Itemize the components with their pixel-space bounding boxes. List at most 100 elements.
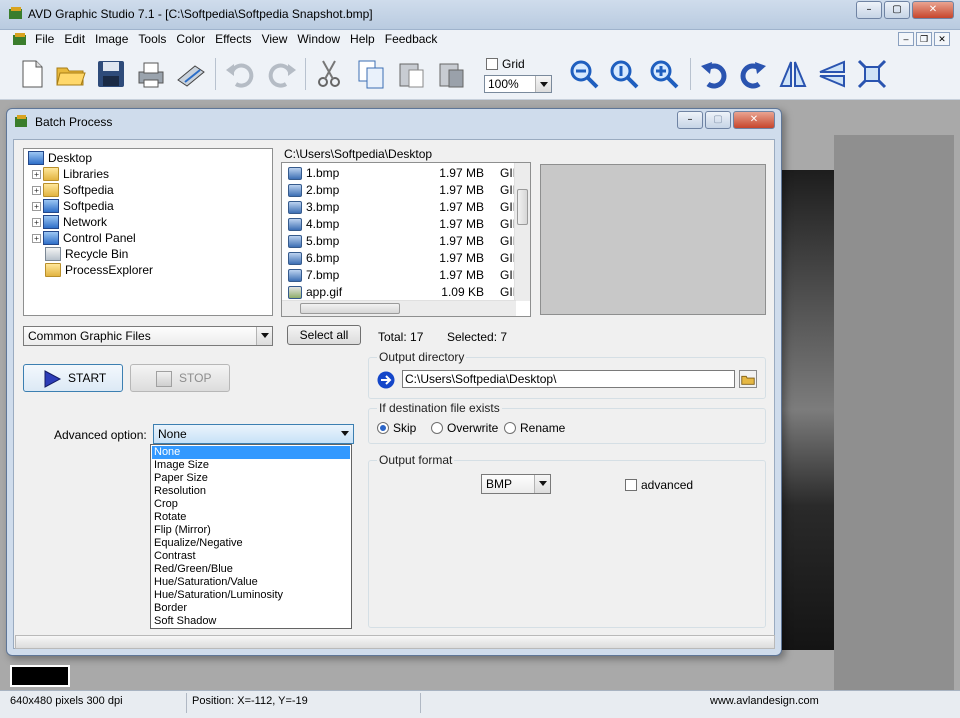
flip-horizontal-icon[interactable] <box>777 58 809 90</box>
option-red-green-blue[interactable]: Red/Green/Blue <box>152 563 350 576</box>
option-crop[interactable]: Crop <box>152 498 350 511</box>
option-paper-size[interactable]: Paper Size <box>152 472 350 485</box>
tree-node-desktop[interactable]: Desktop <box>28 151 92 167</box>
expand-icon[interactable]: + <box>32 202 41 211</box>
expand-icon[interactable]: + <box>32 218 41 227</box>
dialog-minimize-button[interactable]: – <box>677 111 703 129</box>
expand-icon[interactable]: + <box>32 186 41 195</box>
rotate-left-icon[interactable] <box>698 58 730 90</box>
browse-folder-icon[interactable] <box>739 370 757 388</box>
grid-checkbox[interactable] <box>486 58 498 70</box>
menu-effects[interactable]: Effects <box>210 32 256 46</box>
tree-node-network[interactable]: + Network <box>32 215 107 231</box>
menu-image[interactable]: Image <box>90 32 133 46</box>
option-hue-saturation-value[interactable]: Hue/Saturation/Value <box>152 576 350 589</box>
open-icon[interactable] <box>55 58 87 90</box>
close-button[interactable]: ✕ <box>912 1 954 19</box>
file-row[interactable]: 5.bmp 1.97 MB GII <box>286 233 516 250</box>
paste-special-icon[interactable] <box>435 58 467 90</box>
tree-node-softpedia-user[interactable]: + Softpedia <box>32 183 114 199</box>
option-resolution[interactable]: Resolution <box>152 485 350 498</box>
undo-icon[interactable] <box>224 58 256 90</box>
option-image-size[interactable]: Image Size <box>152 459 350 472</box>
file-list[interactable]: 1.bmp 1.97 MB GII 2.bmp 1.97 MB GII 3.bmp 1.9… <box>281 162 531 317</box>
expand-icon[interactable]: + <box>32 234 41 243</box>
file-row[interactable]: 7.bmp 1.97 MB GII <box>286 267 516 284</box>
scroll-thumb[interactable] <box>300 303 400 314</box>
file-row[interactable]: 2.bmp 1.97 MB GII <box>286 182 516 199</box>
scroll-thumb[interactable] <box>517 189 528 225</box>
scan-icon[interactable] <box>175 58 207 90</box>
file-row[interactable]: app.gif 1.09 KB GII <box>286 284 516 301</box>
menu-feedback[interactable]: Feedback <box>380 32 443 46</box>
save-icon[interactable] <box>95 58 127 90</box>
dialog-maximize-button[interactable]: ▢ <box>705 111 731 129</box>
menu-color[interactable]: Color <box>171 32 210 46</box>
tree-node-softpedia-computer[interactable]: + Softpedia <box>32 199 114 215</box>
stop-button[interactable]: STOP <box>130 364 230 392</box>
dialog-close-button[interactable]: ✕ <box>733 111 775 129</box>
advanced-toggle[interactable]: advanced <box>625 478 693 492</box>
print-icon[interactable] <box>135 58 167 90</box>
tree-node-libraries[interactable]: + Libraries <box>32 167 109 183</box>
fit-screen-icon[interactable] <box>856 58 888 90</box>
grid-toggle[interactable]: Grid <box>486 57 525 71</box>
chevron-down-icon[interactable] <box>337 425 353 443</box>
radio-rename[interactable]: Rename <box>504 421 565 435</box>
flip-vertical-icon[interactable] <box>816 58 848 90</box>
start-button[interactable]: START <box>23 364 123 392</box>
menu-window[interactable]: Window <box>292 32 345 46</box>
file-list-horizontal-scrollbar[interactable] <box>282 300 516 316</box>
folder-tree[interactable]: Desktop + Libraries + Softpedia + Softpedia… <box>23 148 273 316</box>
menu-file[interactable]: File <box>30 32 59 46</box>
mdi-restore-button[interactable]: ❐ <box>916 32 932 46</box>
menu-view[interactable]: View <box>257 32 293 46</box>
zoom-in-icon[interactable] <box>648 58 680 90</box>
minimize-button[interactable]: – <box>856 1 882 19</box>
radio-icon[interactable] <box>504 422 516 434</box>
advanced-option-select[interactable]: None <box>153 424 354 444</box>
cut-icon[interactable] <box>313 58 345 90</box>
select-all-button[interactable]: Select all <box>287 325 361 345</box>
output-directory-input[interactable]: C:\Users\Softpedia\Desktop\ <box>402 370 735 388</box>
option-border[interactable]: Border <box>152 602 350 615</box>
menu-edit[interactable]: Edit <box>59 32 90 46</box>
tree-node-processexplorer[interactable]: ProcessExplorer <box>45 263 153 279</box>
radio-icon[interactable] <box>377 422 389 434</box>
chevron-down-icon[interactable] <box>534 475 550 493</box>
radio-icon[interactable] <box>431 422 443 434</box>
paste-icon[interactable] <box>395 58 427 90</box>
tree-node-recycle-bin[interactable]: Recycle Bin <box>45 247 128 263</box>
option-equalize-negative[interactable]: Equalize/Negative <box>152 537 350 550</box>
option-soft-shadow[interactable]: Soft Shadow <box>152 615 350 628</box>
copy-icon[interactable] <box>355 58 387 90</box>
zoom-out-icon[interactable] <box>568 58 600 90</box>
color-swatch[interactable] <box>10 665 70 687</box>
new-icon[interactable] <box>16 58 48 90</box>
rotate-right-icon[interactable] <box>737 58 769 90</box>
chevron-down-icon[interactable] <box>535 76 551 92</box>
output-format-select[interactable]: BMP <box>481 474 551 494</box>
dialog-horizontal-scrollbar[interactable] <box>15 635 775 649</box>
expand-icon[interactable]: + <box>32 170 41 179</box>
file-row[interactable]: 1.bmp 1.97 MB GII <box>286 165 516 182</box>
mdi-close-button[interactable]: ✕ <box>934 32 950 46</box>
zoom-actual-icon[interactable] <box>608 58 640 90</box>
menu-help[interactable]: Help <box>345 32 380 46</box>
file-filter-select[interactable]: Common Graphic Files <box>23 326 273 346</box>
mdi-minimize-button[interactable]: – <box>898 32 914 46</box>
option-hue-saturation-luminosity[interactable]: Hue/Saturation/Luminosity <box>152 589 350 602</box>
option-contrast[interactable]: Contrast <box>152 550 350 563</box>
maximize-button[interactable]: ▢ <box>884 1 910 19</box>
website-link[interactable]: www.avlandesign.com <box>710 695 819 707</box>
option-flip[interactable]: Flip (Mirror) <box>152 524 350 537</box>
advanced-checkbox[interactable] <box>625 479 637 491</box>
option-none[interactable]: None <box>152 446 350 459</box>
menu-tools[interactable]: Tools <box>133 32 171 46</box>
tree-node-control-panel[interactable]: + Control Panel <box>32 231 136 247</box>
zoom-select[interactable]: 100% <box>484 75 552 93</box>
advanced-option-dropdown[interactable]: None Image Size Paper Size Resolution Cr… <box>150 444 352 629</box>
redo-icon[interactable] <box>266 58 298 90</box>
file-row[interactable]: 6.bmp 1.97 MB GII <box>286 250 516 267</box>
radio-skip[interactable]: Skip <box>377 421 416 435</box>
